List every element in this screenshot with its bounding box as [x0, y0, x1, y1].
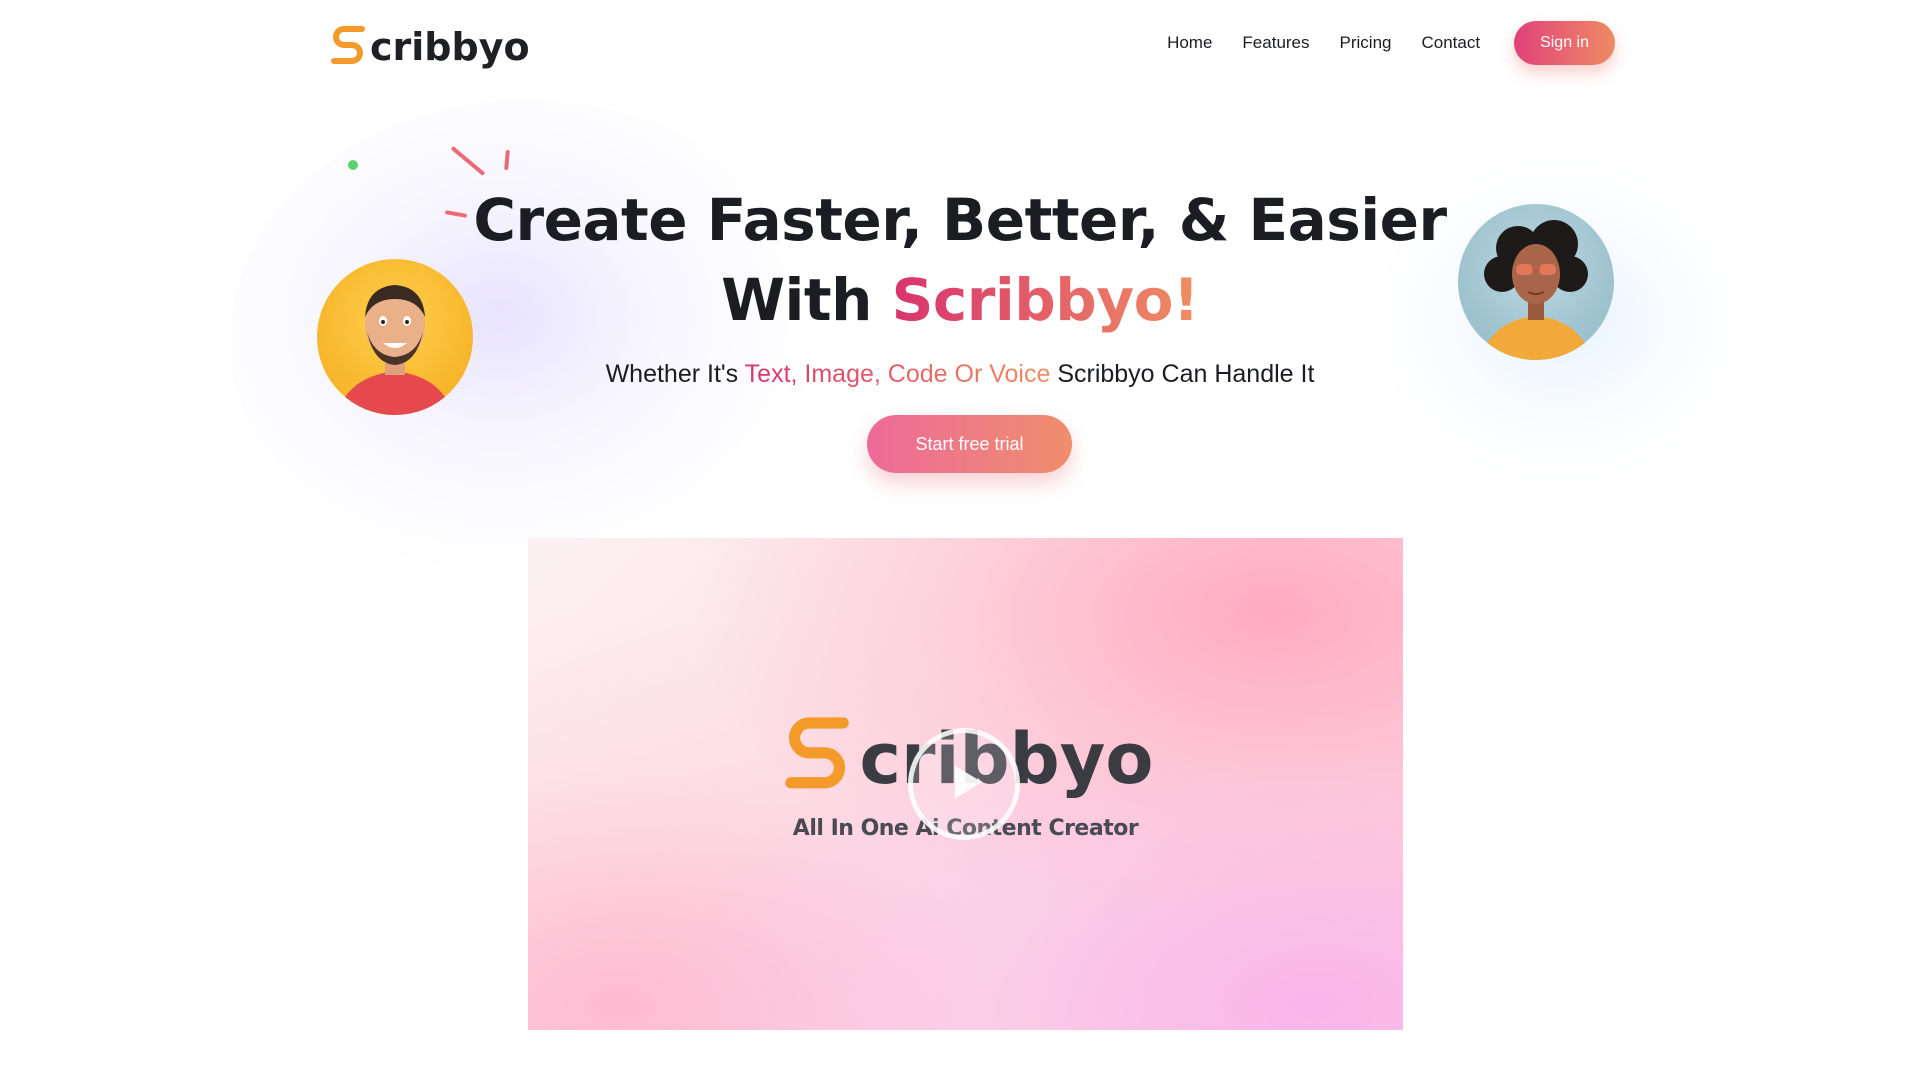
logo-text: cribbyo	[370, 25, 530, 69]
scribbyo-s-logo-icon	[784, 717, 849, 789]
nav-contact[interactable]: Contact	[1421, 33, 1480, 53]
hero-subtitle: Whether It's Text, Image, Code Or Voice …	[360, 360, 1560, 389]
site-header: cribbyo Home Features Pricing Contact Si…	[0, 0, 1920, 88]
site-logo[interactable]: cribbyo	[328, 16, 530, 72]
sign-in-button[interactable]: Sign in	[1514, 21, 1615, 65]
decorative-dot	[348, 160, 358, 170]
nav-pricing[interactable]: Pricing	[1340, 33, 1392, 53]
start-free-trial-button[interactable]: Start free trial	[867, 415, 1072, 473]
main-nav: Home Features Pricing Contact Sign in	[1167, 21, 1615, 65]
hero-subtitle-suffix: Scribbyo Can Handle It	[1050, 360, 1315, 388]
promo-video[interactable]: cribbyo All In One Ai Content Creator	[528, 538, 1403, 1030]
nav-features[interactable]: Features	[1242, 33, 1309, 53]
play-icon	[954, 765, 983, 799]
hero-subtitle-prefix: Whether It's	[605, 360, 745, 388]
landing-page: cribbyo Home Features Pricing Contact Si…	[0, 0, 1920, 1080]
nav-home[interactable]: Home	[1167, 33, 1212, 53]
hero-title-line2-prefix: With	[721, 266, 892, 334]
hero-title-line1: Create Faster, Better, & Easier	[473, 186, 1447, 254]
hero-title-brand: Scribbyo!	[891, 266, 1200, 334]
hero-subtitle-highlight: Text, Image, Code Or Voice	[744, 360, 1051, 388]
scribbyo-s-logo-icon	[331, 26, 365, 64]
play-button[interactable]	[908, 728, 1020, 840]
hero-title: Create Faster, Better, & Easier With Scr…	[360, 180, 1560, 340]
